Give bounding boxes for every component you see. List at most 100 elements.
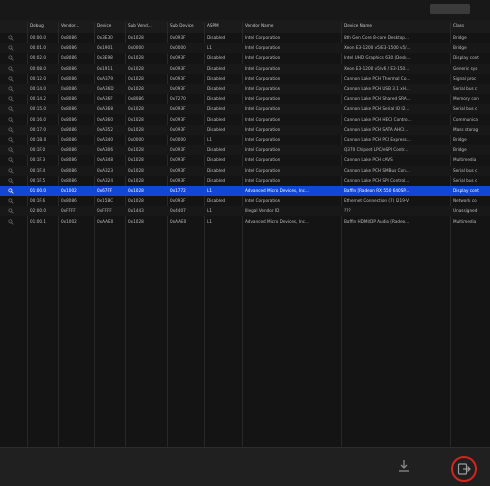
table-cell: Xeon E3-1200 v5/v6 / E3-150...	[344, 65, 410, 71]
table-row[interactable]: 00:16.0 0x8086 0xA360 0x1028 0x093F Disabled I…	[0, 115, 490, 125]
table-row[interactable]: 00:12.0 0x8086 0xA379 0x1028 0x093F Disabled I…	[0, 74, 490, 84]
table-cell: Baffin [Radeon RX 550 640SP...	[344, 188, 410, 193]
table-cell: 0xA352	[97, 126, 113, 132]
table-cell: 0x1028	[128, 218, 144, 224]
table-cell: 0xAAE0	[97, 218, 114, 224]
table-row[interactable]: 00:15.0 0x8086 0xA368 0x1028 0x093F Disabled I…	[0, 104, 490, 115]
table-cell: Intel Corporation	[245, 116, 281, 122]
table-cell: Cannon Lake PCH SPI Control...	[344, 177, 410, 183]
table-cell: 0xA324	[97, 177, 113, 183]
table-row[interactable]: 00:14.2 0x8086 0xA36F 0x8086 0x7270 Disabled I…	[0, 94, 490, 104]
magnifier-icon[interactable]	[8, 157, 14, 164]
magnifier-icon[interactable]	[8, 55, 14, 62]
download-icon[interactable]	[397, 458, 411, 474]
table-row[interactable]: 00:08.0 0x8086 0x1911 0x1028 0x093F Disabled I…	[0, 63, 490, 74]
table-cell: 00:15.0	[30, 106, 47, 112]
table-row[interactable]: 02:00.0 0xFFFF 0xFFFF 0x1443 0x4407 L1 Illegal…	[0, 206, 490, 217]
pci-device-table[interactable]: Debug Vendor... Device Sub Vend... Sub Devic…	[0, 22, 490, 447]
table-row[interactable]: 00:1F.5 0x8086 0xA324 0x1028 0x093F Disabled I…	[0, 176, 490, 186]
table-cell: Display cont	[453, 188, 479, 193]
column-header[interactable]: Sub Device	[170, 23, 205, 28]
table-cell: 0x093F	[170, 65, 186, 71]
column-header[interactable]: Device Name	[344, 23, 451, 28]
column-header[interactable]: Device	[97, 23, 126, 28]
column-header[interactable]: ASPM	[207, 23, 243, 28]
magnifier-icon[interactable]	[8, 96, 14, 102]
magnifier-icon[interactable]	[8, 76, 14, 82]
table-cell: 0xA360	[97, 116, 113, 122]
table-cell: 0x1028	[128, 126, 144, 132]
table-cell: Network co	[453, 198, 477, 204]
table-cell: 0x8086	[61, 126, 77, 132]
column-header[interactable]: Sub Vend...	[128, 23, 168, 28]
exit-icon[interactable]	[457, 462, 471, 476]
table-row[interactable]: 01:00.1 0x1002 0xAAE0 0x1028 0xAAE0 L1 Advance…	[0, 217, 490, 227]
table-cell: 0x8086	[128, 96, 144, 102]
table-cell: Cannon Lake PCH Serial IO I2...	[344, 106, 410, 112]
magnifier-icon[interactable]	[8, 106, 14, 113]
toolbar-button[interactable]	[430, 4, 470, 14]
column-header[interactable]: Debug	[30, 23, 58, 28]
magnifier-icon[interactable]	[8, 208, 14, 215]
table-row-selected[interactable]: 01:00.0 0x1002 0x67FF 0x1028 0x1772 L1 Advance…	[0, 186, 490, 196]
table-cell: Q370 Chipset LPC/eSPI Contr...	[344, 147, 409, 153]
table-cell: 0x8086	[61, 167, 77, 173]
table-cell: L1	[207, 188, 212, 193]
magnifier-icon[interactable]	[8, 117, 14, 123]
table-cell: Bridge	[453, 35, 467, 40]
table-cell: Cannon Lake PCH Thermal Co...	[344, 75, 411, 81]
magnifier-icon[interactable]	[8, 45, 14, 51]
table-cell: Bridge	[453, 147, 467, 153]
magnifier-icon[interactable]	[8, 219, 14, 225]
magnifier-icon[interactable]	[8, 198, 14, 204]
table-cell: 0x1911	[97, 65, 113, 71]
table-cell: Bridge	[453, 137, 467, 142]
table-cell: 0x093F	[170, 106, 186, 112]
table-row[interactable]: 00:1F.3 0x8086 0xA348 0x1028 0x093F Disabled I…	[0, 155, 490, 165]
table-cell: Disabled	[207, 75, 226, 81]
table-row[interactable]: 00:14.0 0x8086 0xA36D 0x1028 0x093F Disabled I…	[0, 84, 490, 94]
table-cell: Illegal Vendor ID	[245, 208, 280, 214]
table-cell: 0x093F	[170, 86, 186, 91]
table-row[interactable]: 00:02.0 0x8086 0x3E98 0x1028 0x093F Disabled I…	[0, 53, 490, 63]
magnifier-icon[interactable]	[8, 147, 14, 153]
magnifier-icon[interactable]	[8, 137, 14, 143]
table-row[interactable]: 00:1B.0 0x8086 0xA340 0x0000 0x0000 L1 Intel C…	[0, 135, 490, 145]
table-cell: L1	[207, 45, 212, 51]
column-header[interactable]: Class	[453, 23, 490, 28]
table-cell: Disabled	[207, 157, 226, 163]
table-cell: 0x1028	[128, 55, 144, 61]
table-row[interactable]: 00:17.0 0x8086 0xA352 0x1028 0x093F Disabled I…	[0, 124, 490, 135]
magnifier-icon[interactable]	[8, 178, 14, 184]
table-cell: Intel Corporation	[245, 177, 281, 183]
table-cell: ???	[344, 208, 351, 214]
table-cell: 0x093F	[170, 177, 186, 183]
magnifier-icon[interactable]	[8, 86, 14, 92]
table-cell: Intel Corporation	[245, 198, 281, 204]
table-cell: 0x1028	[128, 188, 144, 193]
table-cell: 00:1F.4	[30, 167, 46, 173]
magnifier-icon[interactable]	[8, 168, 14, 174]
table-row[interactable]: 00:1F.6 0x8086 0x15BC 0x1028 0x093F Disabled I…	[0, 196, 490, 206]
magnifier-icon[interactable]	[8, 188, 14, 194]
table-cell: Serial bus c	[453, 106, 478, 112]
column-header[interactable]: Vendor Name	[245, 23, 342, 28]
table-cell: Intel Corporation	[245, 35, 281, 40]
table-cell: Intel Corporation	[245, 137, 281, 142]
table-cell: Advanced Micro Devices, Inc...	[245, 188, 309, 193]
table-row[interactable]: 00:01.0 0x8086 0x1901 0x0000 0x0000 L1 Intel C…	[0, 43, 490, 54]
magnifier-icon[interactable]	[8, 127, 14, 133]
table-cell: Cannon Lake PCH HECI Contro...	[344, 116, 412, 122]
table-row[interactable]: 00:00.0 0x8086 0x3E30 0x1028 0x093F Disabled I…	[0, 33, 490, 43]
magnifier-icon[interactable]	[8, 66, 14, 72]
table-row[interactable]: 00:1F.4 0x8086 0xA323 0x1028 0x093F Disabled I…	[0, 165, 490, 176]
column-header[interactable]: Vendor...	[61, 23, 95, 28]
table-cell: 0x1028	[128, 65, 144, 71]
table-cell: 0x8086	[61, 137, 77, 142]
table-cell: Baffin HDMI/DP Audio [Radeo...	[344, 218, 410, 224]
table-cell: 0x093F	[170, 35, 186, 40]
table-row[interactable]: 00:1F.0 0x8086 0xA306 0x1028 0x093F Disabled I…	[0, 145, 490, 156]
table-cell: Intel Corporation	[245, 106, 281, 112]
magnifier-icon[interactable]	[8, 35, 14, 41]
table-cell: Cannon Lake PCH Shared SRA...	[344, 96, 411, 102]
